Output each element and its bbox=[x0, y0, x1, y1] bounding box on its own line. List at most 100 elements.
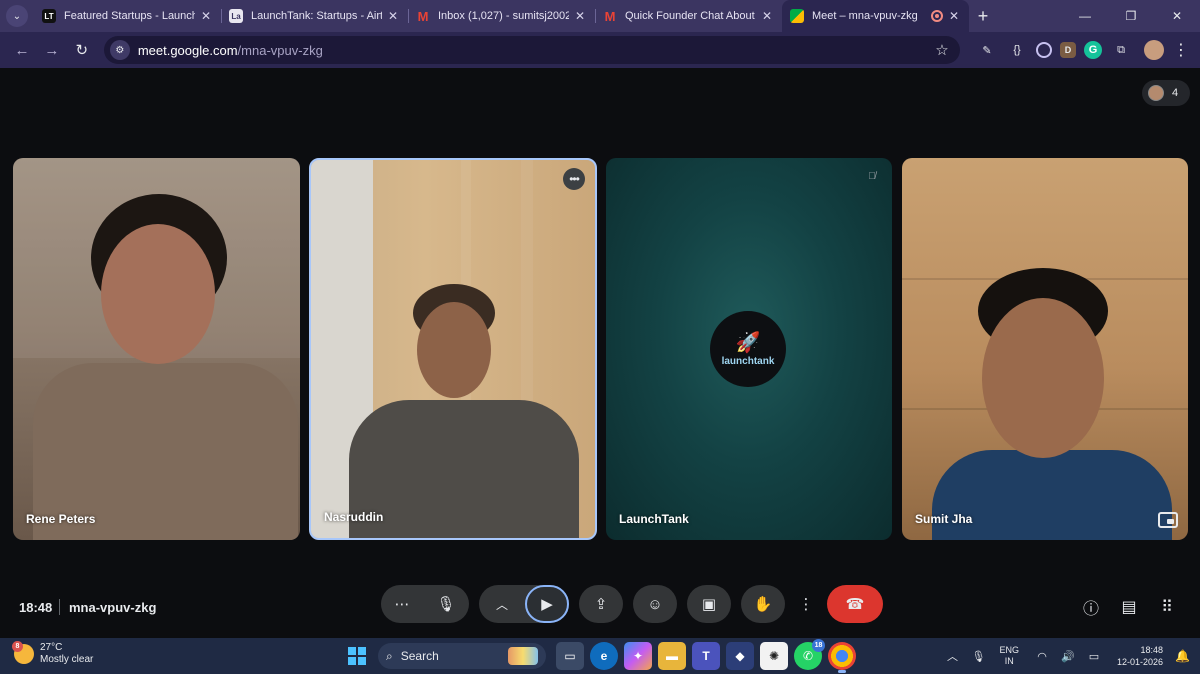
airtable-favicon-icon: La bbox=[229, 9, 243, 23]
camera-button[interactable]: ︿ ▶ bbox=[479, 585, 569, 623]
more-audio-options-icon[interactable]: ⋯ bbox=[394, 595, 409, 613]
captions-icon: ▣ bbox=[701, 596, 717, 613]
participants-button[interactable]: 4 bbox=[1142, 80, 1190, 106]
participant-tile-sumit-jha[interactable]: Sumit Jha bbox=[902, 158, 1188, 540]
clock-time: 18:48 bbox=[1140, 645, 1164, 655]
camera-icon[interactable]: ▶ bbox=[525, 585, 569, 623]
restore-icon[interactable]: ❐ bbox=[1108, 0, 1154, 32]
close-icon[interactable]: ✕ bbox=[760, 9, 774, 23]
url-host: meet.google.com bbox=[137, 42, 238, 58]
close-icon[interactable]: ✕ bbox=[947, 9, 961, 23]
profile-avatar[interactable] bbox=[1144, 40, 1164, 60]
microphone-button[interactable]: ⋯ 🎙 bbox=[381, 585, 469, 623]
search-highlight-icon bbox=[508, 647, 538, 665]
present-screen-button[interactable]: ⇪ bbox=[579, 585, 623, 623]
tab-airtable[interactable]: La LaunchTank: Startups - Airtable ✕ bbox=[221, 0, 408, 32]
new-tab-button[interactable]: + bbox=[969, 0, 997, 32]
more-options-button[interactable]: ⋮ bbox=[795, 585, 817, 623]
chevron-up-icon[interactable]: ︿ bbox=[943, 648, 961, 664]
chevron-up-icon[interactable]: ︿ bbox=[479, 596, 525, 613]
gmail-favicon-icon: M bbox=[604, 8, 616, 24]
close-icon[interactable]: ✕ bbox=[573, 9, 587, 23]
search-label: Search bbox=[400, 649, 439, 663]
puzzle-extensions-icon[interactable]: ⧉ bbox=[1110, 39, 1132, 61]
app-launcher-icon[interactable]: ◆ bbox=[726, 642, 754, 670]
captions-button[interactable]: ▣ bbox=[687, 585, 731, 623]
teams-icon[interactable]: T bbox=[692, 642, 720, 670]
site-info-icon[interactable]: ⚙ bbox=[109, 40, 130, 60]
picture-in-picture-icon[interactable] bbox=[1158, 512, 1178, 528]
weather-widget[interactable]: 8 27°C Mostly clear bbox=[12, 641, 93, 666]
language-code: ENG bbox=[999, 645, 1019, 655]
launchtank-logo: 🚀 launchtank bbox=[710, 311, 786, 387]
call-controls: ⋯ 🎙 ︿ ▶ ⇪ ☺ ▣ ✋ ⋮ ☎ bbox=[381, 585, 893, 623]
taskbar-search[interactable]: ⌕ Search bbox=[378, 643, 546, 669]
d-extension-icon[interactable]: D bbox=[1060, 42, 1076, 58]
url-path: /mna-vpuv-zkg bbox=[237, 42, 323, 58]
minimize-icon[interactable]: — bbox=[1062, 0, 1108, 32]
edge-icon[interactable]: e bbox=[590, 642, 618, 670]
tab-gmail-inbox[interactable]: M Inbox (1,027) - sumitsj2002@gmail.com … bbox=[408, 0, 595, 32]
raise-hand-button[interactable]: ✋ bbox=[741, 585, 785, 623]
search-icon: ⌕ bbox=[386, 648, 393, 663]
whatsapp-icon[interactable]: ✆ 18 bbox=[794, 639, 825, 670]
tab-search-button[interactable]: ⌄ bbox=[6, 5, 28, 27]
wifi-icon[interactable]: ◠ bbox=[1033, 650, 1051, 663]
participant-name: Nasruddin bbox=[324, 510, 384, 524]
notifications-bell-icon[interactable]: 🔔 bbox=[1175, 649, 1190, 663]
emoji-icon: ☺ bbox=[647, 595, 663, 613]
participant-tile-nasruddin[interactable]: ••• Nasruddin bbox=[309, 158, 597, 540]
task-view-icon[interactable]: ▭ bbox=[556, 642, 584, 670]
meeting-details-info-icon[interactable]: ⓘ bbox=[1072, 594, 1110, 620]
tile-more-options-button[interactable]: ••• bbox=[563, 168, 585, 190]
participant-tile-launchtank[interactable]: 🎙̸ 🚀 launchtank LaunchTank bbox=[606, 158, 892, 540]
close-window-icon[interactable]: ✕ bbox=[1154, 0, 1200, 32]
language-indicator[interactable]: ENG IN bbox=[999, 645, 1019, 667]
meet-control-bar: 18:48 mna-vpuv-zkg ⋯ 🎙 ︿ ▶ ⇪ ☺ ▣ ✋ ⋮ ☎ ⓘ… bbox=[0, 584, 1200, 630]
grammarly-extension-icon[interactable]: G bbox=[1084, 41, 1102, 59]
reload-icon[interactable]: ↻ bbox=[68, 36, 96, 64]
browser-menu-icon[interactable]: ⋮ bbox=[1170, 40, 1192, 60]
kebab-icon: ⋮ bbox=[798, 596, 814, 613]
video-person-face bbox=[101, 224, 215, 364]
meet-side-controls: ⓘ ▤ ⠿ bbox=[1072, 594, 1186, 620]
browser-tab-strip: ⌄ LT Featured Startups - LaunchTank ✕ La… bbox=[0, 0, 1200, 32]
participant-avatar bbox=[1148, 85, 1164, 101]
chat-icon[interactable]: ▤ bbox=[1110, 594, 1148, 620]
battery-icon[interactable]: ▭ bbox=[1085, 650, 1103, 663]
tab-founder-chat[interactable]: M Quick Founder Chat About Your Startup … bbox=[595, 0, 782, 32]
participant-tile-rene-peters[interactable]: Rene Peters bbox=[13, 158, 300, 540]
address-bar[interactable]: ⚙ meet.google.com/mna-vpuv-zkg ☆ bbox=[103, 36, 960, 64]
eyedropper-extension-icon[interactable]: ✎ bbox=[976, 39, 998, 61]
close-icon[interactable]: ✕ bbox=[386, 9, 400, 23]
activities-grid-icon[interactable]: ⠿ bbox=[1148, 594, 1186, 620]
tab-meet[interactable]: Meet – mna-vpuv-zkg ✕ bbox=[782, 0, 969, 32]
back-icon[interactable]: ← bbox=[8, 36, 36, 64]
system-tray: ︿ 🎙 ENG IN ◠ 🔊 ▭ 18:48 12-01-2026 🔔 bbox=[939, 638, 1190, 674]
participant-name: LaunchTank bbox=[619, 512, 689, 526]
volume-icon[interactable]: 🔊 bbox=[1059, 650, 1077, 663]
reactions-button[interactable]: ☺ bbox=[633, 585, 677, 623]
record-extension-icon[interactable] bbox=[1036, 42, 1052, 58]
json-extension-icon[interactable]: {} bbox=[1006, 39, 1028, 61]
chrome-icon[interactable] bbox=[828, 642, 856, 673]
bookmark-star-icon[interactable]: ☆ bbox=[930, 41, 954, 59]
copilot-icon[interactable]: ✦ bbox=[624, 642, 652, 670]
tab-title: Featured Startups - LaunchTank bbox=[64, 10, 195, 22]
close-icon[interactable]: ✕ bbox=[199, 9, 213, 23]
forward-icon[interactable]: → bbox=[38, 36, 66, 64]
taskbar-apps: ▭ e ✦ ▬ T ◆ ✺ ✆ 18 bbox=[556, 639, 862, 673]
chevron-down-icon: ⌄ bbox=[12, 10, 22, 22]
file-explorer-icon[interactable]: ▬ bbox=[658, 642, 686, 670]
chatgpt-icon[interactable]: ✺ bbox=[760, 642, 788, 670]
rocket-icon: 🚀 bbox=[735, 331, 761, 354]
windows-start-icon[interactable] bbox=[348, 647, 366, 665]
video-person-body bbox=[932, 450, 1172, 540]
clock[interactable]: 18:48 12-01-2026 bbox=[1117, 644, 1163, 668]
leave-call-button[interactable]: ☎ bbox=[827, 585, 883, 623]
launchtank-favicon-icon: LT bbox=[42, 9, 56, 23]
tab-featured-startups[interactable]: LT Featured Startups - LaunchTank ✕ bbox=[34, 0, 221, 32]
hand-icon: ✋ bbox=[753, 596, 773, 613]
microphone-icon[interactable]: 🎙 bbox=[969, 650, 987, 663]
meeting-code: mna-vpuv-zkg bbox=[69, 599, 157, 615]
